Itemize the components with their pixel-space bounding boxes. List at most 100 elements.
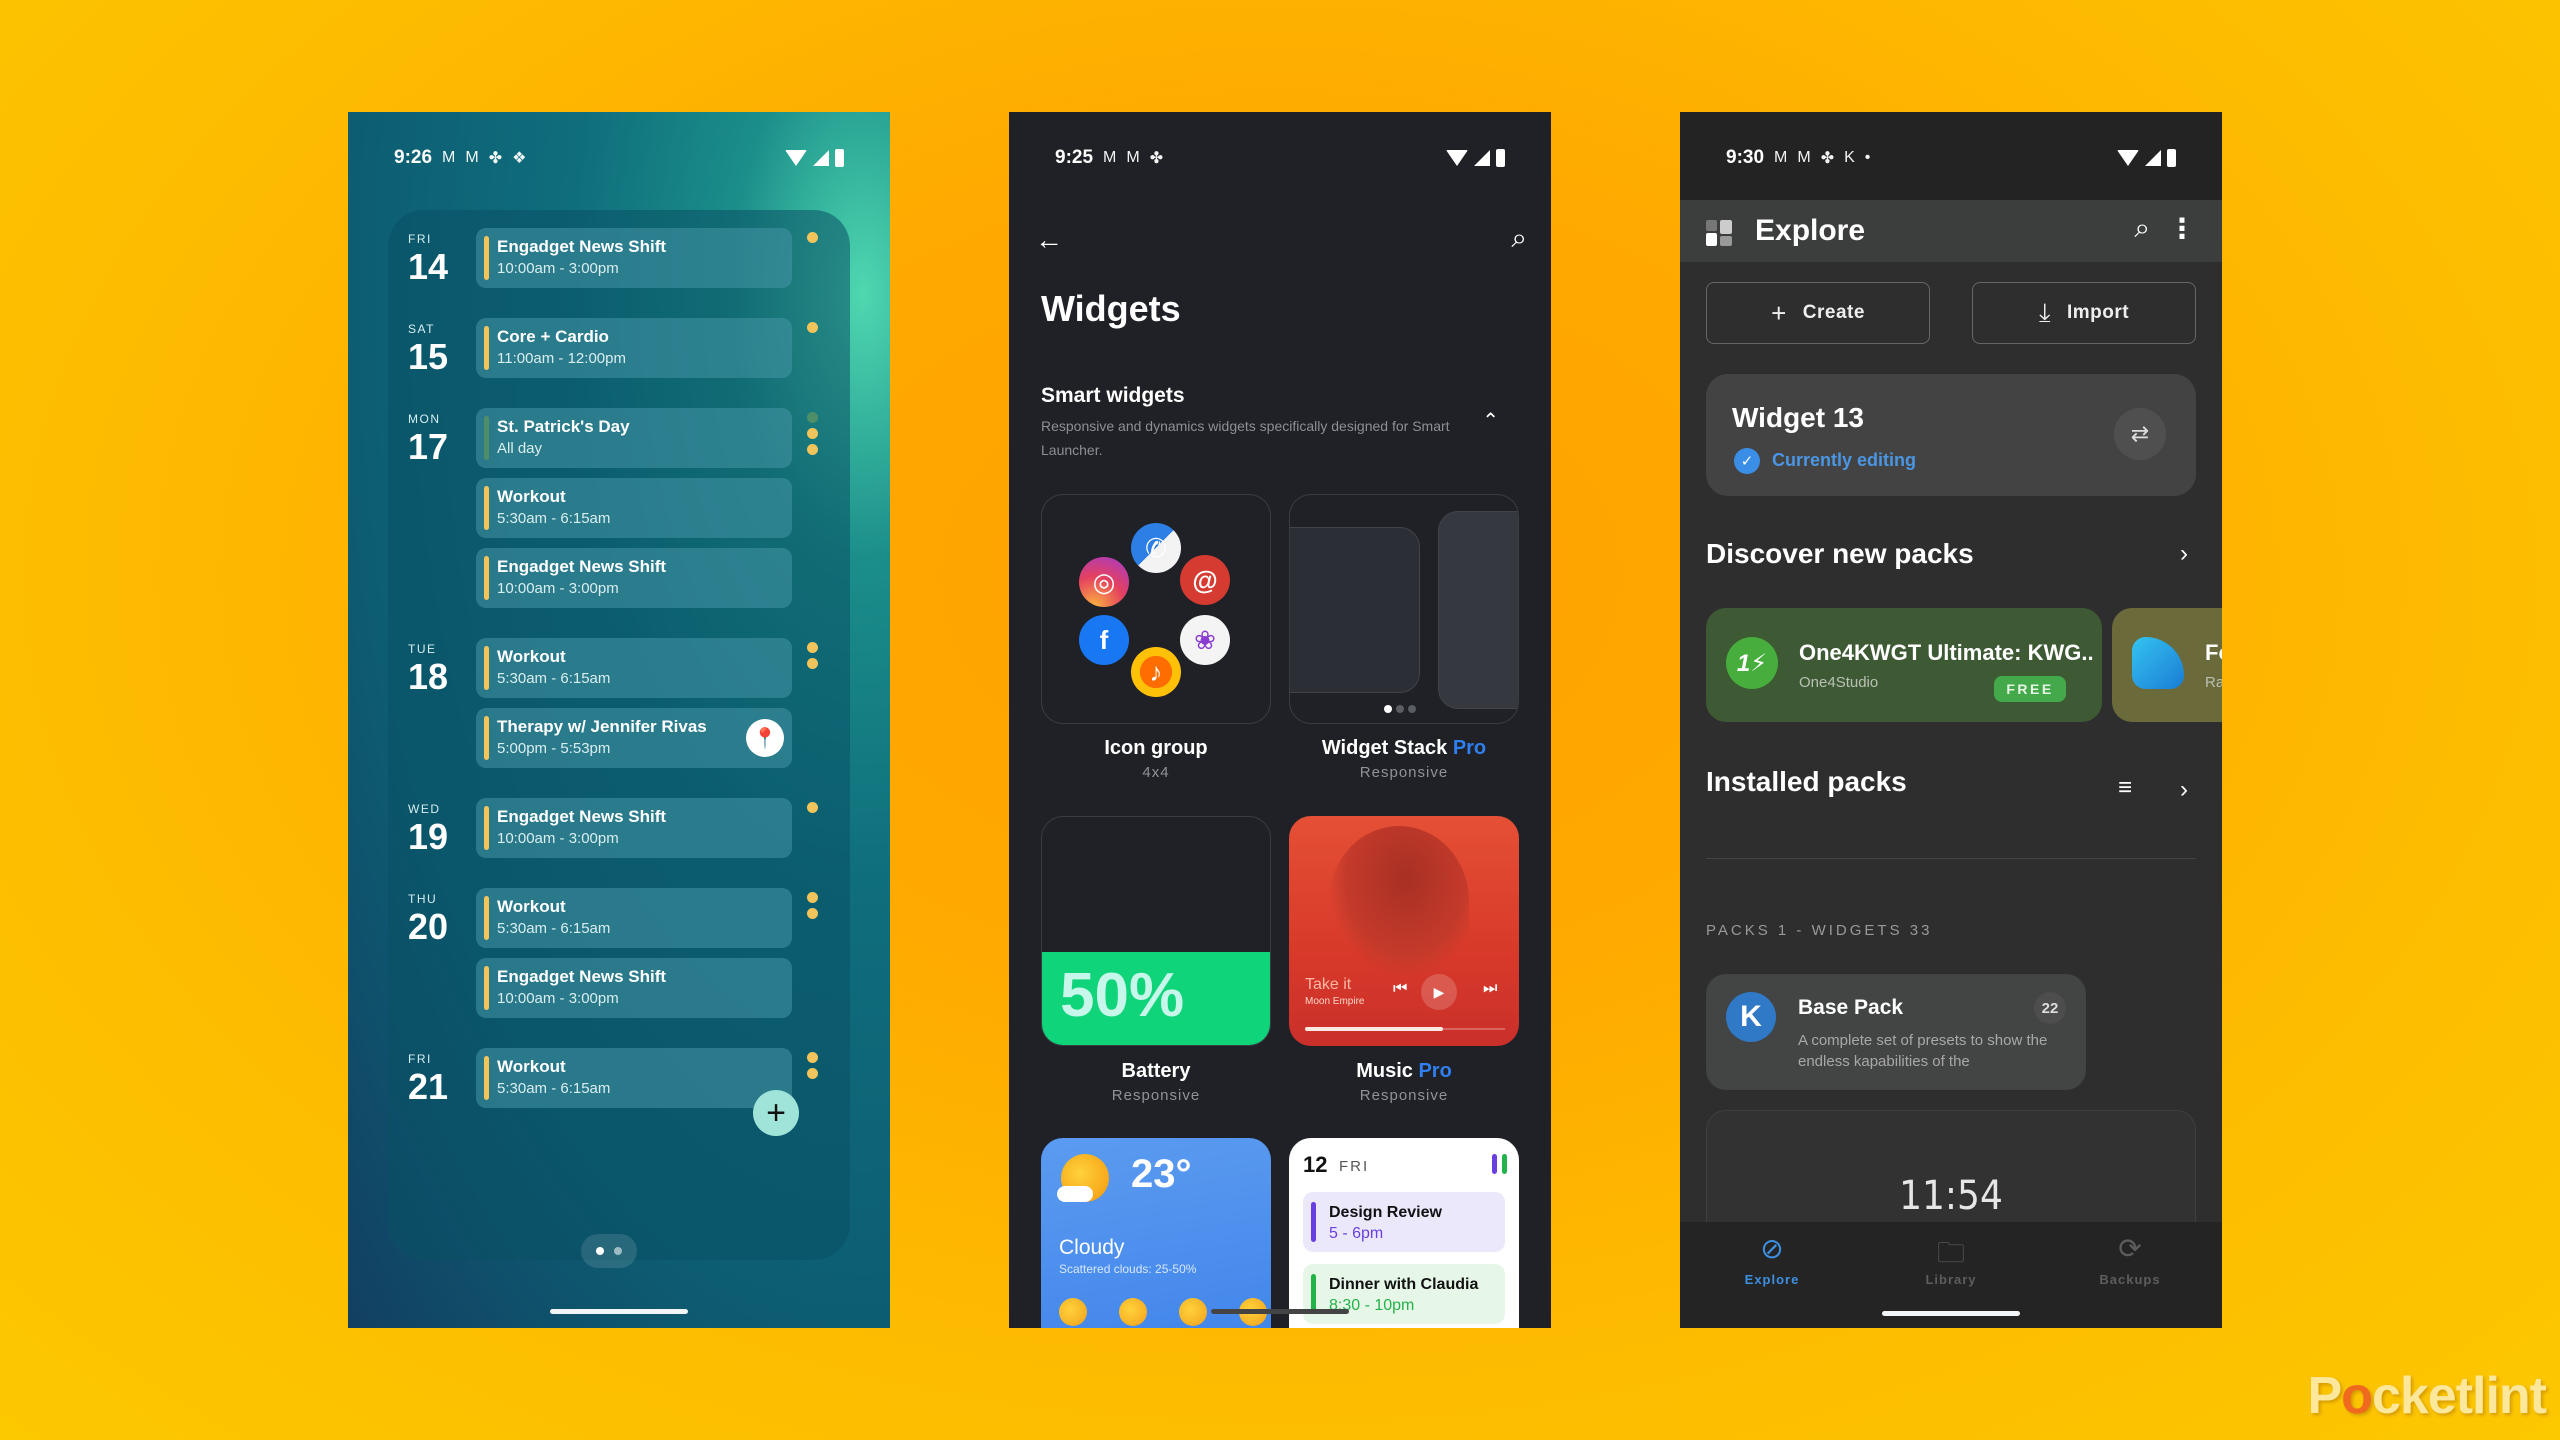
- gmail-icon: M: [1797, 149, 1811, 166]
- kwgt-logo-icon: [1706, 220, 1732, 246]
- maps-pin-icon[interactable]: 📍: [746, 719, 784, 757]
- cellular-icon: [813, 150, 829, 166]
- gmail-icon: M: [465, 149, 479, 166]
- status-time: 9:30: [1726, 147, 1765, 168]
- sort-icon[interactable]: ≡: [2118, 774, 2132, 802]
- calendar-event[interactable]: Workout 5:30am - 6:15am: [476, 888, 792, 948]
- pack-card[interactable]: Fo Ra: [2112, 608, 2222, 722]
- widget-size: Responsive: [1359, 764, 1449, 781]
- search-icon[interactable]: ⌕: [1511, 222, 1527, 255]
- pack-author: Ra: [2205, 674, 2222, 691]
- page-dot: [1408, 705, 1416, 713]
- playback-progress-track[interactable]: [1305, 1027, 1505, 1031]
- nav-label: Explore: [1744, 1272, 1800, 1287]
- wifi-icon: [785, 150, 807, 166]
- event-color-bar: [484, 716, 489, 760]
- event-indicator-dot: [807, 444, 818, 455]
- calendar-event[interactable]: Core + Cardio 11:00am - 12:00pm: [476, 318, 792, 378]
- music-widget-card[interactable]: Take it Moon Empire ⏮ ▶ ⏭: [1289, 816, 1519, 1046]
- calendar-event[interactable]: St. Patrick's Day All day: [476, 408, 792, 468]
- event-color-bar: [484, 486, 489, 530]
- pro-badge: Pro: [1452, 737, 1487, 759]
- pack-name: Fo: [2205, 640, 2222, 665]
- calendar-event[interactable]: Engadget News Shift 10:00am - 3:00pm: [476, 798, 792, 858]
- search-icon[interactable]: ⌕: [2134, 212, 2150, 245]
- agenda-event[interactable]: Design Review 5 - 6pm: [1303, 1192, 1505, 1252]
- gesture-nav-handle[interactable]: [1211, 1309, 1349, 1314]
- weather-detail: Scattered clouds: 25-50%: [1059, 1262, 1197, 1276]
- widget-name: Battery: [1121, 1060, 1191, 1082]
- notification-icon: ❖: [512, 150, 527, 167]
- agenda-widget-card[interactable]: 12 FRI Design Review 5 - 6pm Dinner with…: [1289, 1138, 1519, 1328]
- calendar-event[interactable]: Workout 5:30am - 6:15am: [476, 1048, 792, 1108]
- icon-group-widget-card[interactable]: ✆ ◎ @ f ❀ ♪: [1041, 494, 1271, 724]
- calendar-event[interactable]: Engadget News Shift 10:00am - 3:00pm: [476, 548, 792, 608]
- gesture-nav-handle[interactable]: [1882, 1311, 2020, 1316]
- status-time: 9:25: [1055, 147, 1094, 168]
- discover-chevron-icon[interactable]: ›: [2180, 540, 2188, 568]
- event-title: Engadget News Shift: [497, 807, 667, 826]
- wifi-icon: [1446, 150, 1468, 166]
- calendar-event[interactable]: Workout 5:30am - 6:15am: [476, 638, 792, 698]
- import-button[interactable]: ⤓ Import: [1972, 282, 2196, 344]
- calendar-event[interactable]: Therapy w/ Jennifer Rivas 5:00pm - 5:53pm…: [476, 708, 792, 768]
- day-number: 14: [408, 246, 449, 287]
- create-button[interactable]: + Create: [1706, 282, 1930, 344]
- music-icon: ♪: [1131, 647, 1181, 697]
- calendar-event[interactable]: Engadget News Shift 10:00am - 3:00pm: [476, 958, 792, 1018]
- page-title: Widgets: [1041, 288, 1181, 329]
- cellular-icon: [1474, 150, 1490, 166]
- nav-backups[interactable]: ⟳ Backups: [2070, 1232, 2190, 1287]
- installed-section-title: Installed packs: [1706, 766, 1907, 797]
- event-time: 10:00am - 3:00pm: [497, 260, 619, 277]
- day-number: 20: [408, 906, 449, 947]
- calendar-phone-screen: 9:26 M M ✤ ❖ FRI 14 Engadget News Shift 10:…: [348, 112, 890, 1328]
- battery-widget-card[interactable]: 50%: [1041, 816, 1271, 1046]
- pocketlint-watermark: Pocketlint: [2307, 1367, 2547, 1425]
- back-arrow-icon[interactable]: ←: [1035, 224, 1063, 256]
- page-dot[interactable]: [614, 1247, 622, 1255]
- calendar-color-flag: [1492, 1154, 1497, 1174]
- collapse-chevron-icon[interactable]: ⌃: [1482, 408, 1499, 433]
- album-art: [1329, 826, 1469, 976]
- editing-status: Currently editing: [1772, 450, 1917, 470]
- page-dot[interactable]: [596, 1247, 604, 1255]
- event-indicator-dot: [807, 1068, 818, 1079]
- widget-size: Responsive: [1111, 1087, 1201, 1104]
- pack-icon: [2132, 637, 2184, 689]
- swap-icon[interactable]: ⇄: [2114, 408, 2166, 460]
- agenda-event[interactable]: Dinner with Claudia 8:30 - 10pm: [1303, 1264, 1505, 1324]
- current-widget-card[interactable]: Widget 13 ✓ Currently editing ⇄: [1706, 374, 2196, 496]
- import-icon: ⤓: [2038, 297, 2051, 327]
- event-color-bar: [484, 806, 489, 850]
- event-indicator-dot: [807, 412, 818, 423]
- event-indicator-dot: [807, 658, 818, 669]
- event-time: 10:00am - 3:00pm: [497, 990, 619, 1007]
- nav-explore[interactable]: ⊘ Explore: [1712, 1232, 1832, 1287]
- weather-widget-card[interactable]: 23° Cloudy Scattered clouds: 25-50%: [1041, 1138, 1271, 1328]
- gesture-nav-handle[interactable]: [550, 1309, 688, 1314]
- pack-card[interactable]: 1⚡ One4KWGT Ultimate: KWG.. One4Studio F…: [1706, 608, 2102, 722]
- instagram-icon: ◎: [1079, 557, 1129, 607]
- day-number: 18: [408, 656, 449, 697]
- temperature: 23°: [1131, 1152, 1192, 1196]
- next-track-icon[interactable]: ⏭: [1483, 980, 1497, 998]
- calendar-event[interactable]: Workout 5:30am - 6:15am: [476, 478, 792, 538]
- event-title: Workout: [497, 647, 566, 666]
- previous-track-icon[interactable]: ⏮: [1393, 980, 1407, 998]
- day-number: 21: [408, 1066, 449, 1107]
- page-indicator[interactable]: [581, 1234, 637, 1268]
- status-bar: 9:25 M M ✤: [1009, 140, 1551, 176]
- more-options-icon[interactable]: ⋮: [2168, 212, 2196, 245]
- calendar-event[interactable]: Engadget News Shift 10:00am - 3:00pm: [476, 228, 792, 288]
- play-button[interactable]: ▶: [1421, 974, 1457, 1010]
- event-title: Engadget News Shift: [497, 557, 667, 576]
- base-pack-card[interactable]: K Base Pack A complete set of presets to…: [1706, 974, 2086, 1090]
- event-indicator-dot: [807, 232, 818, 243]
- track-title: Take it: [1305, 976, 1352, 993]
- installed-chevron-icon[interactable]: ›: [2180, 776, 2188, 804]
- widget-stack-card[interactable]: [1289, 494, 1519, 724]
- add-event-button[interactable]: +: [753, 1090, 799, 1136]
- nav-label: Backups: [2099, 1272, 2161, 1287]
- nav-library[interactable]: 🗀 Library: [1891, 1232, 2011, 1287]
